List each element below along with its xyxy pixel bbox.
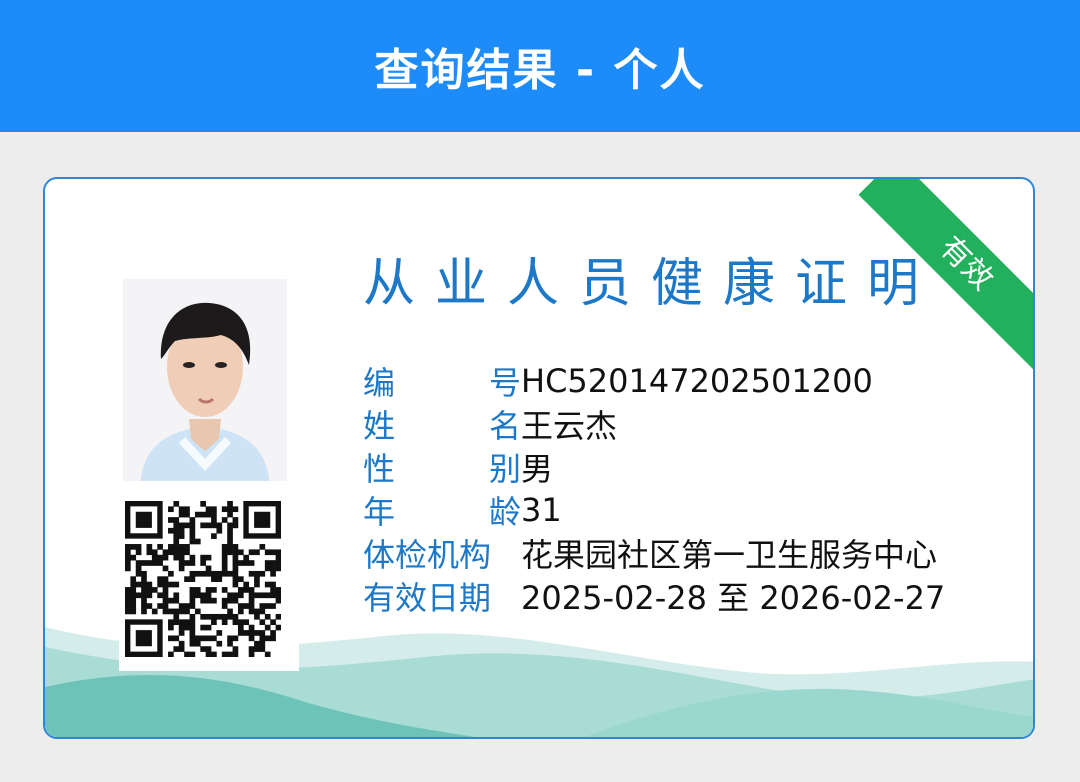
info-row: 体检机构 花果园社区第一卫生服务中心 [363, 531, 945, 574]
field-label: 编号 [363, 358, 521, 404]
field-label-text-end: 名 [488, 406, 521, 445]
certificate-title: 从业人员健康证明 [363, 254, 940, 314]
field-label-text: 年 [363, 492, 396, 531]
page-title: 查询结果 - 个人 [374, 45, 706, 96]
health-certificate-card: 有效 从业人员健康证明 编号 HC520147202501200 姓名王云杰性别男年… [43, 177, 1035, 739]
field-label: 姓名 [363, 401, 521, 447]
field-value: 31 [521, 490, 562, 529]
field-label-text: 编 [363, 363, 396, 402]
field-value: 王云杰 [521, 406, 618, 445]
field-label-text-end: 别 [488, 449, 521, 488]
field-label: 有效日期 [363, 573, 521, 619]
field-label-text: 性 [363, 449, 396, 488]
qr-code-container [119, 495, 299, 671]
person-photo [123, 279, 287, 481]
field-label-text: 体检机构 [363, 535, 492, 574]
field-label: 年龄 [363, 487, 521, 533]
certificate-info: 编号 HC520147202501200 姓名王云杰性别男年龄 31 体检机构 花果园社区… [363, 359, 945, 617]
field-label: 体检机构 [363, 530, 521, 576]
info-row: 年龄 31 [363, 488, 945, 531]
field-label-text: 有效日期 [363, 578, 492, 617]
info-row: 性别男 [363, 445, 945, 488]
info-row: 编号 HC520147202501200 [363, 359, 945, 402]
info-row: 姓名王云杰 [363, 402, 945, 445]
field-value: 男 [521, 449, 554, 488]
info-row: 有效日期 2025-02-28 至 2026-02-27 [363, 574, 945, 617]
app-header: 查询结果 - 个人 [0, 0, 1080, 132]
field-label-text-end: 龄 [488, 492, 521, 531]
field-label: 性别 [363, 444, 521, 490]
field-value: 花果园社区第一卫生服务中心 [521, 535, 938, 574]
field-value: HC520147202501200 [521, 361, 873, 400]
field-value: 2025-02-28 至 2026-02-27 [521, 578, 946, 617]
qr-code-icon [125, 501, 281, 657]
field-label-text: 姓 [363, 406, 396, 445]
field-label-text-end: 号 [488, 363, 521, 402]
